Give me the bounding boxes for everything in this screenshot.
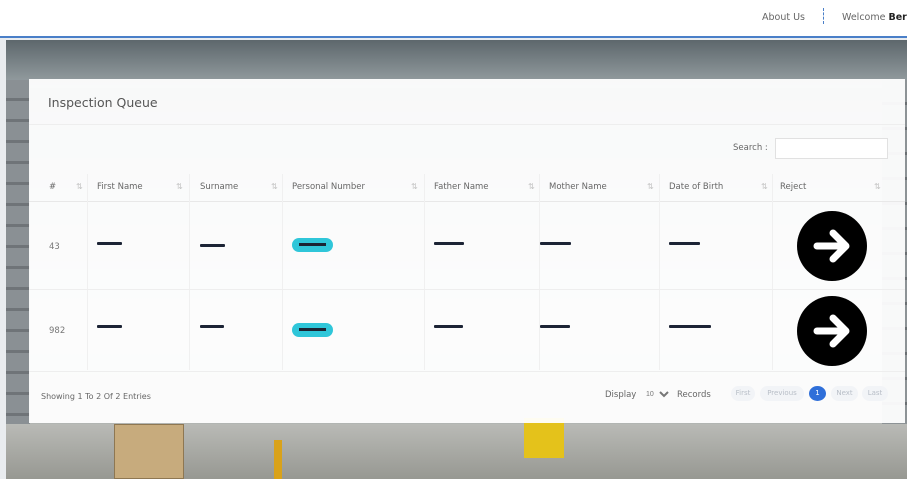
redacted-first-name <box>97 325 122 328</box>
row-divider <box>29 289 905 290</box>
redacted-surname <box>200 325 224 328</box>
col-divider <box>772 174 773 370</box>
redacted-personal-number <box>292 238 333 252</box>
pagination-first[interactable]: First <box>731 386 755 401</box>
sort-icon[interactable]: ⇅ <box>271 182 278 191</box>
col-header-personal-number[interactable]: Personal Number <box>292 182 365 192</box>
redacted-date-of-birth <box>669 325 711 328</box>
welcome-user[interactable]: Welcome Berr <box>842 12 907 23</box>
bg-rack-left <box>6 80 30 479</box>
redacted-date-of-birth <box>669 242 700 245</box>
redacted-father-name <box>434 325 463 328</box>
pagination-previous[interactable]: Previous <box>760 386 804 401</box>
col-divider <box>659 174 660 370</box>
sort-icon[interactable]: ⇅ <box>528 182 535 191</box>
search-input[interactable] <box>775 138 888 159</box>
bg-yellow-post <box>524 418 564 458</box>
col-divider <box>189 174 190 370</box>
about-us-link[interactable]: About Us <box>762 12 805 23</box>
reject-arrow-icon[interactable] <box>797 211 867 281</box>
col-header-date-of-birth[interactable]: Date of Birth <box>669 182 723 192</box>
inspection-queue-card: Inspection Queue Search : # ⇅ First Name… <box>29 79 905 423</box>
sort-icon[interactable]: ⇅ <box>647 182 654 191</box>
pagination-last[interactable]: Last <box>862 386 888 401</box>
redacted-surname <box>200 244 225 247</box>
nav-separator <box>823 8 824 24</box>
card-divider <box>29 124 905 125</box>
col-header-mother-name[interactable]: Mother Name <box>549 182 607 192</box>
search-label: Search : <box>733 143 768 153</box>
col-divider <box>87 174 88 370</box>
col-header-father-name[interactable]: Father Name <box>434 182 489 192</box>
row-divider <box>29 371 905 372</box>
row-id: 982 <box>49 326 66 336</box>
page-length-select[interactable]: 10 <box>642 387 672 401</box>
reject-arrow-icon[interactable] <box>797 296 867 366</box>
bg-pallet-truck <box>274 440 282 479</box>
redacted-mother-name <box>540 242 571 245</box>
col-divider <box>424 174 425 370</box>
redacted-first-name <box>97 242 122 245</box>
entries-info: Showing 1 To 2 Of 2 Entries <box>41 392 151 401</box>
row-id: 43 <box>49 242 60 252</box>
col-divider <box>282 174 283 370</box>
col-header-surname[interactable]: Surname <box>200 182 238 192</box>
bg-boxes <box>114 424 184 479</box>
sort-icon[interactable]: ⇅ <box>76 182 83 191</box>
col-divider <box>539 174 540 370</box>
top-navbar: About Us Welcome Berr <box>0 0 907 38</box>
sort-icon[interactable]: ⇅ <box>874 182 881 191</box>
col-header-number[interactable]: # <box>49 182 56 192</box>
pagination-next[interactable]: Next <box>831 386 858 401</box>
pagination-page-1[interactable]: 1 <box>809 386 826 401</box>
col-header-reject[interactable]: Reject <box>780 182 806 192</box>
sort-icon[interactable]: ⇅ <box>176 182 183 191</box>
redacted-mother-name <box>540 325 570 328</box>
redacted-father-name <box>434 242 464 245</box>
card-title: Inspection Queue <box>48 95 158 110</box>
records-label: Records <box>677 390 711 400</box>
col-header-first-name[interactable]: First Name <box>97 182 143 192</box>
sort-icon[interactable]: ⇅ <box>411 182 418 191</box>
user-name: Berr <box>888 12 907 23</box>
table-header-divider <box>29 201 905 202</box>
redacted-personal-number <box>292 323 333 337</box>
welcome-label: Welcome <box>842 12 886 23</box>
display-label: Display <box>605 390 637 400</box>
sort-icon[interactable]: ⇅ <box>761 182 768 191</box>
